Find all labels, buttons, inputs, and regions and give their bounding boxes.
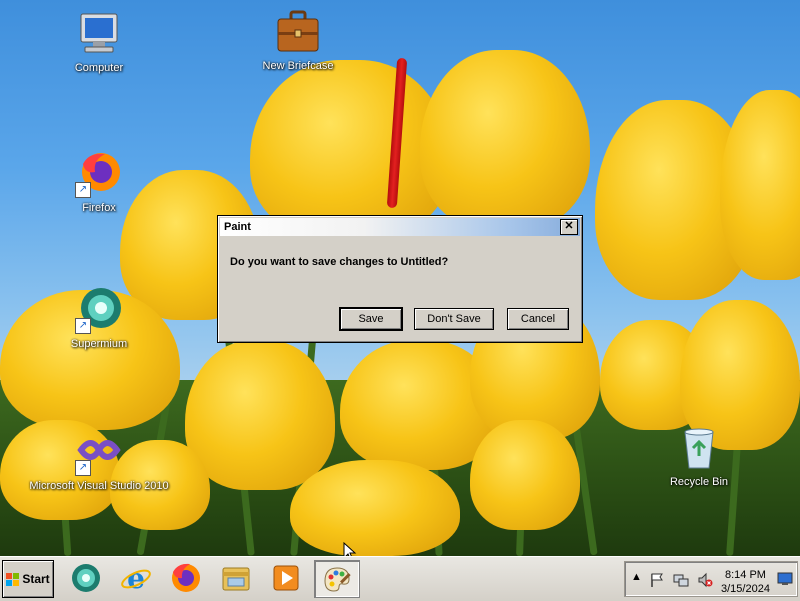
start-label: Start — [22, 572, 50, 586]
supermium-icon — [72, 564, 100, 592]
file-explorer-icon — [222, 567, 250, 591]
shortcut-arrow-icon: ↗ — [75, 318, 91, 334]
dont-save-button[interactable]: Don't Save — [414, 308, 494, 330]
close-button[interactable]: ✕ — [560, 219, 578, 235]
save-button[interactable]: Save — [339, 307, 403, 331]
dialog-message: Do you want to save changes to Untitled? — [230, 256, 449, 268]
firefox-icon — [172, 563, 200, 592]
clock-time: 8:14 PM — [724, 569, 766, 581]
show-desktop-icon[interactable] — [777, 572, 793, 586]
mouse-cursor-icon — [343, 542, 357, 556]
dialog-title-bar[interactable]: Paint ✕ — [220, 218, 580, 236]
taskbar-firefox[interactable] — [164, 560, 208, 596]
desktop-icon-label: Computer — [74, 62, 124, 74]
desktop-icon-label: Microsoft Visual Studio 2010 — [29, 480, 169, 492]
paint-icon — [324, 567, 351, 592]
desktop-icon-visual-studio[interactable]: ↗ Microsoft Visual Studio 2010 — [29, 428, 169, 492]
clock-date: 3/15/2024 — [721, 583, 770, 595]
recycle-bin-icon — [675, 424, 723, 472]
show-hidden-icons-chevron[interactable]: ▲ — [631, 571, 642, 583]
shortcut-arrow-icon: ↗ — [75, 182, 91, 198]
taskbar-media-player[interactable] — [264, 560, 308, 596]
desktop-icon-label: Recycle Bin — [669, 476, 729, 488]
taskbar-internet-explorer[interactable]: e — [114, 560, 158, 596]
desktop-icon-recycle-bin[interactable]: Recycle Bin — [644, 424, 754, 488]
desktop-icon-computer[interactable]: Computer — [44, 10, 154, 74]
desktop-icon-firefox[interactable]: ↗ Firefox — [44, 150, 154, 214]
shortcut-arrow-icon: ↗ — [75, 460, 91, 476]
computer-icon — [75, 10, 123, 58]
desktop-icon-label: Supermium — [70, 338, 128, 350]
desktop-icon-new-briefcase[interactable]: New Briefcase — [243, 8, 353, 72]
firefox-icon: ↗ — [75, 150, 123, 198]
network-icon[interactable] — [673, 572, 689, 588]
desktop-icon-label: Firefox — [82, 202, 116, 214]
internet-explorer-icon: e — [121, 562, 151, 594]
taskbar: Start e ▲ 8:14 PM 3/15/2024 — [0, 556, 800, 601]
action-center-flag-icon[interactable] — [649, 572, 665, 588]
save-changes-dialog: Paint ✕ Do you want to save changes to U… — [217, 215, 583, 343]
visual-studio-icon: ↗ — [75, 428, 123, 476]
taskbar-file-explorer[interactable] — [214, 560, 258, 596]
cancel-button[interactable]: Cancel — [507, 308, 569, 330]
briefcase-icon — [274, 8, 322, 56]
dialog-title: Paint — [224, 221, 251, 233]
taskbar-paint[interactable] — [314, 560, 360, 598]
svg-text:e: e — [127, 562, 145, 594]
clock[interactable]: 8:14 PM 3/15/2024 — [721, 568, 770, 596]
desktop-icon-label: New Briefcase — [262, 60, 334, 72]
start-button[interactable]: Start — [2, 560, 54, 598]
volume-muted-icon[interactable] — [697, 572, 713, 588]
supermium-icon: ↗ — [75, 286, 123, 334]
desktop-icon-supermium[interactable]: ↗ Supermium — [44, 286, 154, 350]
system-tray: ▲ 8:14 PM 3/15/2024 — [624, 561, 798, 597]
taskbar-supermium[interactable] — [64, 560, 108, 596]
windows-logo-icon — [6, 572, 20, 586]
media-player-icon — [273, 565, 299, 591]
